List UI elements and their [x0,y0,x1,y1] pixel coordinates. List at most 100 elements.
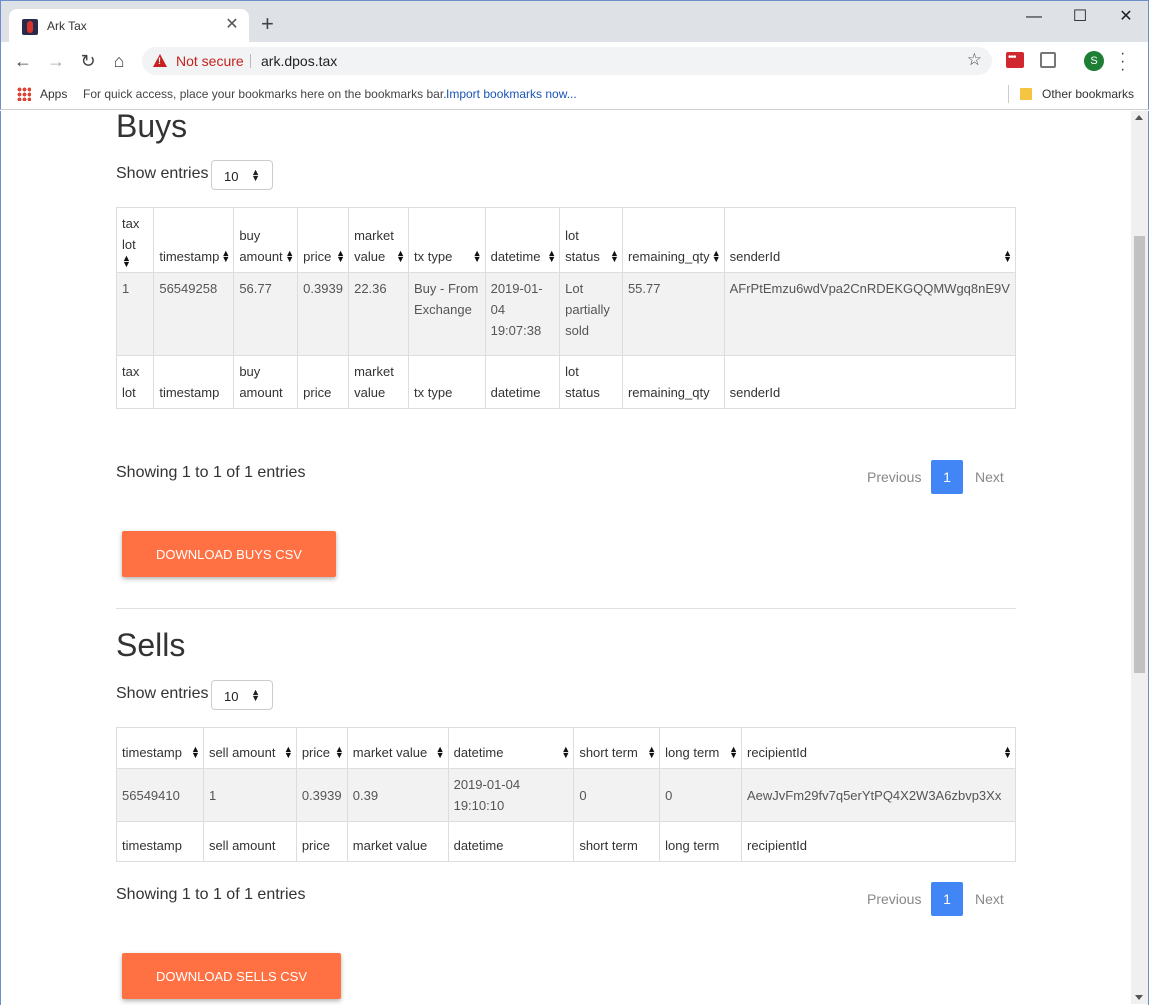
column-header[interactable]: recipientId ▲ ▼ [740,727,1017,769]
column-header[interactable]: market value ▲ ▼ [346,727,449,769]
browser-tab-bar: Ark Tax ✕ + — ☐ ✕ [0,0,1149,43]
footer-header: lot status [559,355,623,409]
buys-header-row: tax lot ▲ ▼ timestamp ▲ ▼ buy amount ▲ ▼ price… [115,207,1017,273]
other-bookmarks[interactable]: Other bookmarks [1042,87,1134,101]
buys-showing-info: Showing 1 to 1 of 1 entries [116,464,306,481]
close-tab-icon[interactable]: ✕ [223,16,241,34]
footer-header: datetime [447,821,575,862]
footer-header: tax lot [115,355,155,409]
sort-icon: ▲ ▼ [547,248,557,264]
cell-timestamp: 56549410 [116,768,204,822]
cell-sell-amount: 1 [202,768,297,822]
footer-header: remaining_qty [621,355,725,409]
column-header[interactable]: senderId ▲ ▼ [723,207,1017,273]
extension-icon[interactable] [1006,52,1024,68]
column-header[interactable]: short term ▲ ▼ [573,727,661,769]
cell-datetime: 2019-01-04 19:10:10 [447,768,575,822]
cell-price: 0.3939 [297,272,350,356]
forward-icon[interactable]: → [45,50,67,72]
column-header[interactable]: remaining_qty ▲ ▼ [621,207,725,273]
buys-entries-select[interactable]: 10 ▲ ▼ [211,160,273,190]
site-favicon-icon [22,19,38,35]
section-divider [116,608,1016,609]
footer-header: senderId [723,355,1017,409]
cast-icon[interactable] [1040,52,1056,68]
column-header[interactable]: lot status ▲ ▼ [559,207,623,273]
footer-header: price [297,355,350,409]
column-header[interactable]: sell amount ▲ ▼ [202,727,297,769]
sells-table: timestamp ▲ ▼ sell amount ▲ ▼ price ▲ ▼ market… [116,727,1017,862]
footer-header: tx type [408,355,486,409]
column-header[interactable]: price ▲ ▼ [297,207,350,273]
page-1-button[interactable]: 1 [931,460,963,494]
download-buys-csv-button[interactable]: DOWNLOAD BUYS CSV [122,531,336,577]
cell-long-term: 0 [659,768,742,822]
sort-icon: ▲ ▼ [221,248,231,264]
column-header[interactable]: market value ▲ ▼ [348,207,410,273]
next-page-button[interactable]: Next [975,891,1004,907]
maximize-icon[interactable]: ☐ [1057,5,1103,29]
page-1-button[interactable]: 1 [931,882,963,916]
back-icon[interactable]: ← [12,50,34,72]
footer-header: datetime [484,355,561,409]
previous-page-button[interactable]: Previous [867,891,921,907]
sort-icon: ▲ ▼ [396,248,406,264]
security-status[interactable]: Not secure [176,53,244,69]
sells-title: Sells [116,627,186,663]
chrome-menu-icon[interactable]: · · · [1120,46,1125,78]
sells-entries-select[interactable]: 10 ▲ ▼ [211,680,273,710]
previous-page-button[interactable]: Previous [867,469,921,485]
scroll-down-icon[interactable] [1135,995,1143,1000]
download-sells-csv-button[interactable]: DOWNLOAD SELLS CSV [122,953,341,999]
sells-show-entries-label: Show entries [116,685,209,702]
minimize-icon[interactable]: — [1011,5,1057,29]
close-window-icon[interactable]: ✕ [1103,5,1149,29]
sort-icon: ▲ ▼ [647,744,657,760]
apps-grid-icon[interactable] [17,87,31,101]
footer-header: sell amount [202,821,297,862]
bookmark-star-icon[interactable]: ☆ [967,50,982,70]
column-header[interactable]: timestamp ▲ ▼ [116,727,204,769]
next-page-button[interactable]: Next [975,469,1004,485]
sort-icon: ▲ ▼ [729,744,738,760]
footer-header: price [295,821,348,862]
sort-icon: ▲ ▼ [285,248,295,264]
sort-icon: ▲ ▼ [610,248,619,264]
cell-remaining-qty: 55.77 [621,272,725,356]
page-scrollbar[interactable] [1131,111,1148,1004]
home-icon[interactable]: ⌂ [108,50,130,72]
bookmark-apps[interactable]: Apps [40,87,67,101]
scroll-up-icon[interactable] [1135,115,1143,120]
cell-market-value: 0.39 [346,768,449,822]
new-tab-button[interactable]: + [261,13,274,35]
column-header[interactable]: price ▲ ▼ [295,727,348,769]
sort-icon: ▲ ▼ [1003,744,1012,760]
scrollbar-thumb[interactable] [1134,236,1145,673]
column-header[interactable]: datetime ▲ ▼ [447,727,575,769]
cell-recipient-id: AewJvFm29fv7q5erYtPQ4X2W3A6zbvp3Xx [740,768,1017,822]
address-bar[interactable]: ! Not secure ark.dpos.tax ☆ [142,47,992,75]
browser-tab[interactable]: Ark Tax ✕ [9,9,249,43]
table-row: 56549410 1 0.3939 0.39 2019-01-04 19:10:… [116,768,1017,822]
column-header[interactable]: long term ▲ ▼ [659,727,742,769]
column-header[interactable]: tax lot ▲ ▼ [115,207,155,273]
column-header[interactable]: datetime ▲ ▼ [484,207,561,273]
column-header[interactable]: tx type ▲ ▼ [408,207,486,273]
sort-icon: ▲ ▼ [472,248,482,264]
buys-show-entries-label: Show entries [116,165,209,182]
footer-header: buy amount [233,355,299,409]
footer-header: short term [573,821,661,862]
browser-toolbar: ← → ↻ ⌂ ! Not secure ark.dpos.tax ☆ [0,42,1149,80]
sort-icon: ▲ ▼ [711,248,721,264]
url-text[interactable]: ark.dpos.tax [261,53,337,69]
column-header[interactable]: buy amount ▲ ▼ [233,207,299,273]
sort-icon: ▲ ▼ [561,744,571,760]
cell-price: 0.3939 [295,768,348,822]
reload-icon[interactable]: ↻ [77,50,99,72]
column-header[interactable]: timestamp ▲ ▼ [153,207,235,273]
import-bookmarks-link[interactable]: Import bookmarks now... [446,87,577,101]
sort-icon: ▲ ▼ [435,744,445,760]
sort-icon: ▲ ▼ [1003,248,1012,264]
cell-datetime: 2019-01-04 19:07:38 [484,272,561,356]
profile-avatar[interactable]: S [1084,51,1104,71]
